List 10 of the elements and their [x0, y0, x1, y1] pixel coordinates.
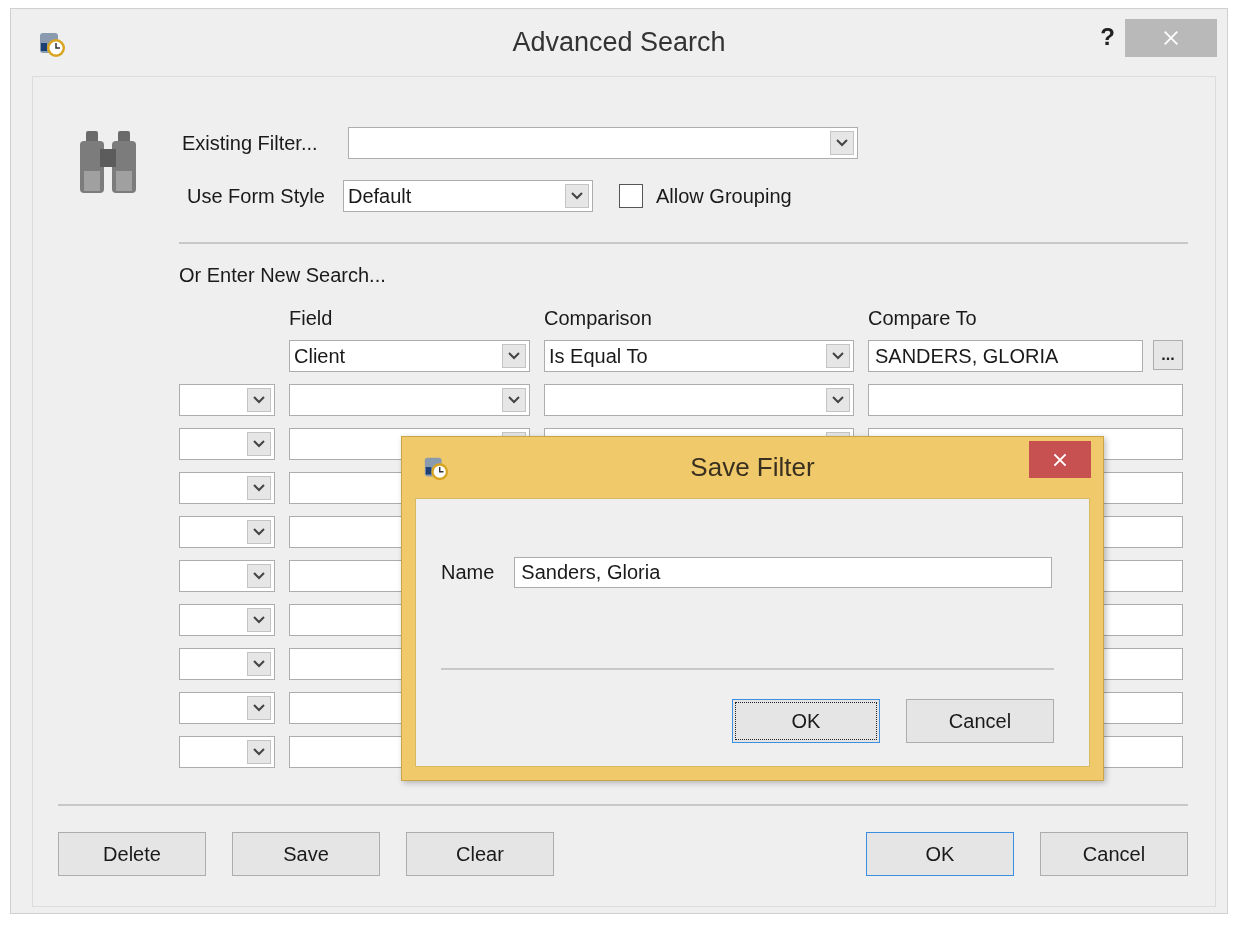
- new-search-label: Or Enter New Search...: [179, 264, 387, 287]
- column-header: Comparison: [544, 307, 653, 330]
- existing-filter-label: Existing Filter...: [182, 131, 319, 155]
- column-header: Field: [289, 307, 334, 330]
- form-style-label: Use Form Style: [187, 184, 326, 208]
- column-header: Compare To: [868, 307, 978, 330]
- allow-grouping-label: Allow Grouping: [656, 184, 792, 208]
- window-title: Advanced Search: [512, 26, 726, 58]
- name-label: Name: [441, 561, 495, 584]
- dialog-title: Save Filter: [690, 451, 815, 483]
